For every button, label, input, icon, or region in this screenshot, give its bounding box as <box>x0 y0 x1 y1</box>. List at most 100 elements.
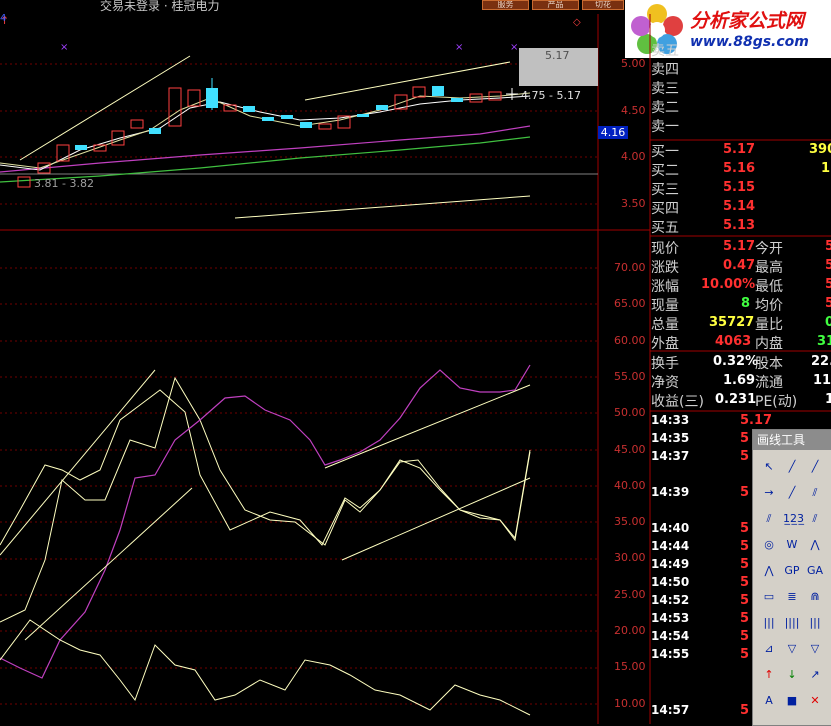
tick-price: 5 <box>740 449 750 464</box>
up-mark-icon[interactable]: ↑ <box>760 666 778 684</box>
fib-icon[interactable]: 1̲2̲3̲ <box>783 510 804 528</box>
indicator-tick: 35.00 <box>614 515 646 529</box>
sell4-label: 卖四 <box>651 62 679 78</box>
buy2-label: 买二 <box>651 163 679 179</box>
svg-text:×: × <box>510 42 518 53</box>
stat-label: 最高 <box>755 260 783 276</box>
ma60-line <box>0 136 531 183</box>
stats-block-2: 换手 0.32% 股本 22. 净资 1.69 流通 11. 收益(三) 0.2… <box>651 353 831 411</box>
stat-label: PE(动) <box>755 394 798 410</box>
stat-value: 11. <box>813 373 831 388</box>
range-high-label: 4.75 - 5.17 <box>521 89 581 102</box>
tick-price: 5 <box>740 539 750 554</box>
delete-icon[interactable]: ✕ <box>806 692 824 710</box>
stat-value: 0.47 <box>723 258 756 273</box>
tick-time: 14:53 <box>651 611 690 625</box>
tick-time: 14:37 <box>651 449 690 463</box>
drawing-tools-title[interactable]: 画线工具 <box>753 430 831 450</box>
stat-label: 外盘 <box>651 336 679 352</box>
gann-icon[interactable]: ⫽ <box>806 510 824 528</box>
indicator-line-d <box>0 376 531 623</box>
price-tick: 3.50 <box>621 197 646 210</box>
stat-value: 1 <box>825 392 831 407</box>
drawing-tools-window[interactable]: 画线工具 ↖ ╱ ╱ → ╱ ⫽ ⫽ 1̲2̲3̲ ⫽ ◎ W ⋀ ⋀ GP GA ▭ ≣ ⋒ ||| |||| |||… <box>752 429 831 726</box>
stat-value: 5 <box>825 239 831 254</box>
ma10-line <box>0 95 531 171</box>
stat-value: 5 <box>825 277 831 292</box>
stat-value: 0 <box>825 315 831 330</box>
cycle-icon[interactable]: ⋀ <box>806 536 824 554</box>
fan-icon[interactable]: ≣ <box>783 588 801 606</box>
cross-icon[interactable]: ↗ <box>806 666 824 684</box>
indicator-tick: 50.00 <box>614 406 646 420</box>
indicator-tick: 45.00 <box>614 442 646 456</box>
tick-time: 14:50 <box>651 575 690 589</box>
tick-time: 14:55 <box>651 647 690 661</box>
square-icon[interactable]: ■ <box>783 692 801 710</box>
stat-label: 流通 <box>755 375 783 391</box>
tick-row: 14:57 5 <box>651 703 752 719</box>
price-tick: 4.50 <box>621 104 646 117</box>
stat-label: 涨幅 <box>651 279 679 295</box>
buy2-price: 5.16 <box>723 161 756 176</box>
tick-price: 5 <box>740 557 750 572</box>
signal-markers: × × × <box>60 42 518 53</box>
tick-row: 14:50 5 <box>651 575 752 591</box>
down-arrow-icon[interactable]: ▽ <box>783 640 801 658</box>
hlines-icon[interactable]: ||| <box>806 614 824 632</box>
wave-icon[interactable]: W <box>783 536 801 554</box>
stat-label: 换手 <box>651 356 679 372</box>
stat-label: 现价 <box>651 241 679 257</box>
arc-icon[interactable]: ⋒ <box>806 588 824 606</box>
tick-time: 14:40 <box>651 521 690 535</box>
tick-time: 14:44 <box>651 539 690 553</box>
tick-row: 14:54 5 <box>651 629 752 645</box>
vlines-icon[interactable]: |||| <box>783 614 801 632</box>
stat-label: 内盘 <box>755 336 783 352</box>
box-icon[interactable]: ▭ <box>760 588 778 606</box>
indicator-tick: 40.00 <box>614 478 646 492</box>
channel-icon[interactable]: ⫽ <box>760 510 778 528</box>
circle-icon[interactable]: ◎ <box>760 536 778 554</box>
indicator-tick: 25.00 <box>614 587 646 601</box>
stat-value: 5.17 <box>723 239 756 254</box>
indicator-tick: 65.00 <box>614 297 646 311</box>
stat-value: 0.231 <box>715 392 757 407</box>
ga-icon[interactable]: GA <box>806 562 824 580</box>
buy1-volume: 390 <box>809 142 831 157</box>
stat-label: 量比 <box>755 317 783 333</box>
zigzag-icon[interactable]: ⋀ <box>760 562 778 580</box>
buy5-price: 5.13 <box>723 218 756 233</box>
price-tick: 5.00 <box>621 57 646 70</box>
stat-label: 今开 <box>755 241 783 257</box>
tick-row: 14:52 5 <box>651 593 752 609</box>
current-price-label: 4.16 <box>598 126 628 139</box>
bars-icon[interactable]: ||| <box>760 614 778 632</box>
arrow-line-icon[interactable]: → <box>760 484 778 502</box>
ray-icon[interactable]: ╱ <box>783 484 801 502</box>
tick-time: 14:35 <box>651 431 690 445</box>
line-icon[interactable]: ╱ <box>783 458 801 476</box>
stat-value: 4063 <box>715 334 752 349</box>
indicator-tick: 10.00 <box>614 696 646 710</box>
buy3-label: 买三 <box>651 182 679 198</box>
tick-row: 14:37 5 <box>651 449 752 465</box>
indicator-tick: 30.00 <box>614 551 646 565</box>
gp-icon[interactable]: GP <box>783 562 801 580</box>
indicator-tick: 15.00 <box>614 660 646 674</box>
speedline-icon[interactable]: ⊿ <box>760 640 778 658</box>
tick-price: 5 <box>740 485 750 500</box>
stat-label: 总量 <box>651 317 679 333</box>
tri-icon[interactable]: ▽ <box>806 640 824 658</box>
parallel-icon[interactable]: ⫽ <box>806 484 824 502</box>
segment-icon[interactable]: ╱ <box>806 458 824 476</box>
cursor-icon[interactable]: ↖ <box>760 458 778 476</box>
text-icon[interactable]: A <box>760 692 778 710</box>
indicator-tick: 60.00 <box>614 333 646 347</box>
down-mark-icon[interactable]: ↓ <box>783 666 801 684</box>
tick-row: 14:33 5.17 <box>651 413 772 429</box>
stat-value: 1.69 <box>723 373 756 388</box>
buy3-price: 5.15 <box>723 180 756 195</box>
tick-row: 14:39 5 <box>651 485 752 501</box>
stat-value: 35727 <box>709 315 755 330</box>
